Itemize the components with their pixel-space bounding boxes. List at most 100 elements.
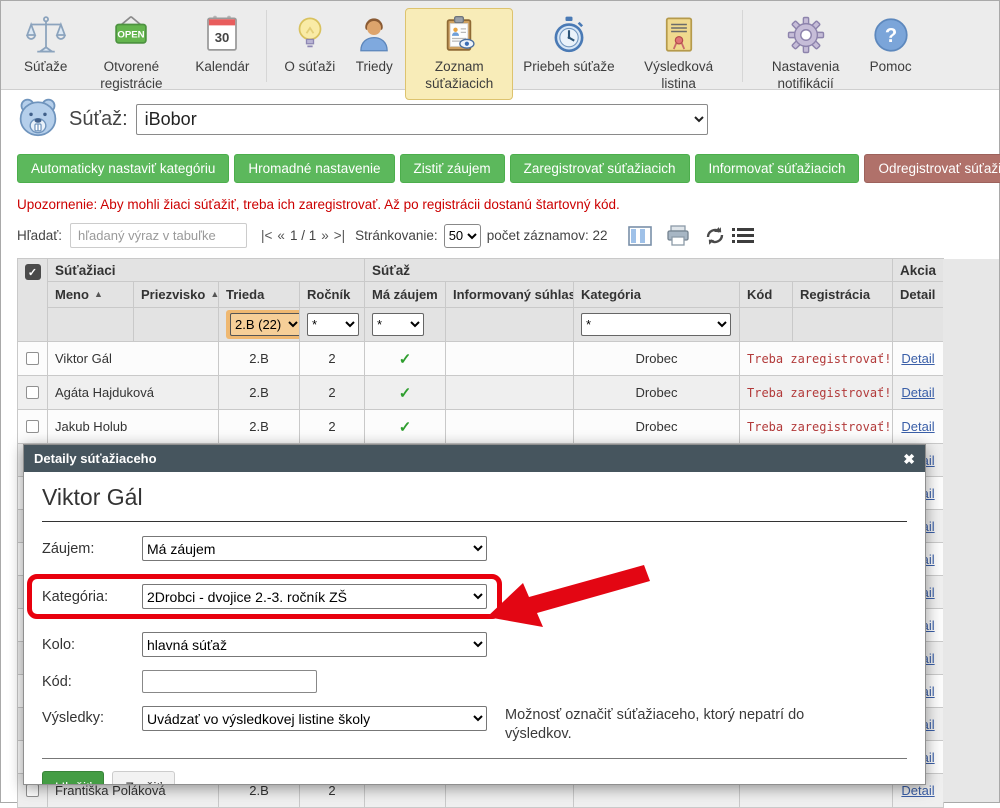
- save-button[interactable]: Uložiť: [42, 771, 104, 785]
- last-page-button[interactable]: >|: [334, 228, 345, 243]
- kolo-select[interactable]: hlavná súťaž: [142, 632, 487, 657]
- vysledky-label: Výsledky:: [42, 710, 142, 726]
- toolbar-item-triedy[interactable]: Triedy: [345, 8, 403, 83]
- print-icon[interactable]: [666, 225, 690, 247]
- close-icon[interactable]: ✖: [903, 452, 915, 466]
- columns-icon[interactable]: [628, 226, 652, 246]
- column-header-kategoria[interactable]: Kategória: [574, 282, 740, 308]
- zaujem-select[interactable]: Má záujem: [142, 536, 487, 561]
- search-input[interactable]: [70, 223, 247, 248]
- toolbar-item-pomoc[interactable]: ? Pomoc: [862, 8, 920, 83]
- column-header-rocnik[interactable]: Ročník: [300, 282, 365, 308]
- row-checkbox[interactable]: [26, 784, 39, 797]
- modal-title: Detaily súťažiaceho: [34, 451, 157, 466]
- toolbar-item-label: Nastavenia notifikácií: [760, 59, 852, 93]
- competition-row: Súťaž: iBobor: [17, 100, 999, 138]
- toolbar-item-label: Výsledková listina: [633, 59, 725, 93]
- auto-category-button[interactable]: Automaticky nastaviť kategóriu: [17, 154, 229, 183]
- toolbar-item-label: Zoznam súťažiacich: [413, 59, 505, 93]
- cell-rocnik: 2: [300, 410, 365, 444]
- row-checkbox[interactable]: [26, 420, 39, 433]
- cell-suhlas: [446, 376, 574, 410]
- toolbar-item-kalendar[interactable]: 30 Kalendár: [187, 8, 257, 83]
- cell-ma-zaujem: ✓: [365, 376, 446, 410]
- cell-suhlas: [446, 410, 574, 444]
- column-header-meno[interactable]: Meno▲: [48, 282, 134, 308]
- cell-trieda: 2.B: [219, 376, 300, 410]
- group-header-sutaziaci: Súťažiaci: [48, 259, 365, 282]
- toolbar-divider: [742, 10, 743, 82]
- toolbar-item-nastavenia-notifikacii[interactable]: Nastavenia notifikácií: [752, 8, 860, 100]
- column-header-priezvisko[interactable]: Priezvisko▲: [134, 282, 219, 308]
- cell-suhlas: [446, 342, 574, 376]
- gear-icon: [785, 13, 827, 57]
- group-header-akcia: Akcia: [893, 259, 944, 282]
- kategoria-filter-select[interactable]: *: [581, 313, 731, 336]
- column-header-kod[interactable]: Kód: [740, 282, 793, 308]
- detail-link[interactable]: Detail: [901, 351, 934, 366]
- kategoria-select[interactable]: 2Drobci - dvojice 2.-3. ročník ZŠ: [142, 584, 487, 609]
- cell-trieda: 2.B: [219, 342, 300, 376]
- detail-link[interactable]: Detail: [901, 385, 934, 400]
- modal-body: Viktor Gál Záujem: Má záujem Kategória: …: [24, 472, 925, 785]
- open-sign-icon: OPEN: [110, 13, 152, 57]
- kod-input[interactable]: [142, 670, 317, 693]
- toolbar-item-otvorene-registracie[interactable]: OPEN Otvorené registrácie: [77, 8, 185, 100]
- toolbar-item-label: Otvorené registrácie: [85, 59, 177, 93]
- check-interest-button[interactable]: Zistiť záujem: [400, 154, 505, 183]
- toolbar-item-sutaze[interactable]: Súťaže: [16, 8, 75, 83]
- next-page-button[interactable]: »: [321, 228, 329, 243]
- toolbar-item-o-sutazi[interactable]: O súťaži: [276, 8, 343, 83]
- cell-name: Viktor Gál: [48, 342, 219, 376]
- refresh-icon[interactable]: [704, 225, 726, 247]
- stopwatch-icon: [548, 13, 590, 57]
- page-size-select[interactable]: 50: [444, 224, 481, 248]
- toolbar-item-priebeh-sutaze[interactable]: Priebeh súťaže: [515, 8, 622, 83]
- column-header-suhlas[interactable]: Informovaný súhlas: [446, 282, 574, 308]
- pagination: |< « 1 / 1 » >|: [261, 228, 345, 243]
- column-header-trieda[interactable]: Trieda: [219, 282, 300, 308]
- competition-select[interactable]: iBobor: [136, 104, 708, 135]
- column-header-ma-zaujem[interactable]: Má záujem: [365, 282, 446, 308]
- register-contestants-button[interactable]: Zaregistrovať súťažiacich: [510, 154, 690, 183]
- toolbar-item-label: Pomoc: [870, 59, 912, 76]
- toolbar-item-vysledkova-listina[interactable]: Výsledková listina: [625, 8, 733, 100]
- divider: [42, 521, 907, 522]
- sort-asc-icon: ▲: [94, 289, 103, 299]
- search-label: Hľadať:: [17, 228, 62, 243]
- bulk-settings-button[interactable]: Hromadné nastavenie: [234, 154, 394, 183]
- cell-kategoria: Drobec: [574, 410, 740, 444]
- detail-link[interactable]: Detail: [901, 783, 934, 798]
- toolbar-item-zoznam-sutaziacich[interactable]: Zoznam súťažiacich: [405, 8, 513, 100]
- rocnik-filter-select[interactable]: *: [307, 313, 359, 336]
- search-row: Hľadať: |< « 1 / 1 » >| Stránkovanie: 50…: [17, 223, 999, 248]
- cell-registracia: Treba zaregistrovať!: [740, 342, 893, 376]
- table-row: Jakub Holub2.B2✓DrobecTreba zaregistrova…: [18, 410, 944, 444]
- table-group-header-row: ✓ Súťažiaci Súťaž Akcia: [18, 259, 944, 282]
- cancel-button[interactable]: Zrušiť: [112, 771, 174, 785]
- prev-page-button[interactable]: «: [277, 228, 285, 243]
- column-header-detail: Detail: [893, 282, 944, 308]
- certificate-icon: [658, 13, 700, 57]
- inform-contestants-button[interactable]: Informovať súťažiacich: [695, 154, 860, 183]
- kod-field-row: Kód:: [42, 670, 907, 693]
- cell-registracia: Treba zaregistrovať!: [740, 376, 893, 410]
- person-icon: [353, 13, 395, 57]
- vysledky-select[interactable]: Uvádzať vo výsledkovej listine školy: [142, 706, 487, 731]
- ma-zaujem-filter-select[interactable]: *: [372, 313, 424, 336]
- row-checkbox[interactable]: [26, 386, 39, 399]
- select-all-checkbox[interactable]: ✓: [25, 264, 41, 280]
- list-icon[interactable]: [732, 227, 754, 245]
- kolo-label: Kolo:: [42, 637, 142, 653]
- actions-row: Automaticky nastaviť kategóriu Hromadné …: [17, 154, 1000, 183]
- detail-link[interactable]: Detail: [901, 419, 934, 434]
- zaujem-field-row: Záujem: Má záujem: [42, 536, 907, 561]
- first-page-button[interactable]: |<: [261, 228, 272, 243]
- row-checkbox[interactable]: [26, 352, 39, 365]
- trieda-filter-select[interactable]: 2.B (22): [230, 313, 300, 336]
- clipboard-eye-icon: [438, 13, 480, 57]
- column-header-registracia[interactable]: Registrácia: [793, 282, 893, 308]
- cell-ma-zaujem: ✓: [365, 342, 446, 376]
- unregister-contestants-button[interactable]: Odregistrovať súťažiacich: [864, 154, 1000, 183]
- modal-buttons: Uložiť Zrušiť: [42, 771, 907, 785]
